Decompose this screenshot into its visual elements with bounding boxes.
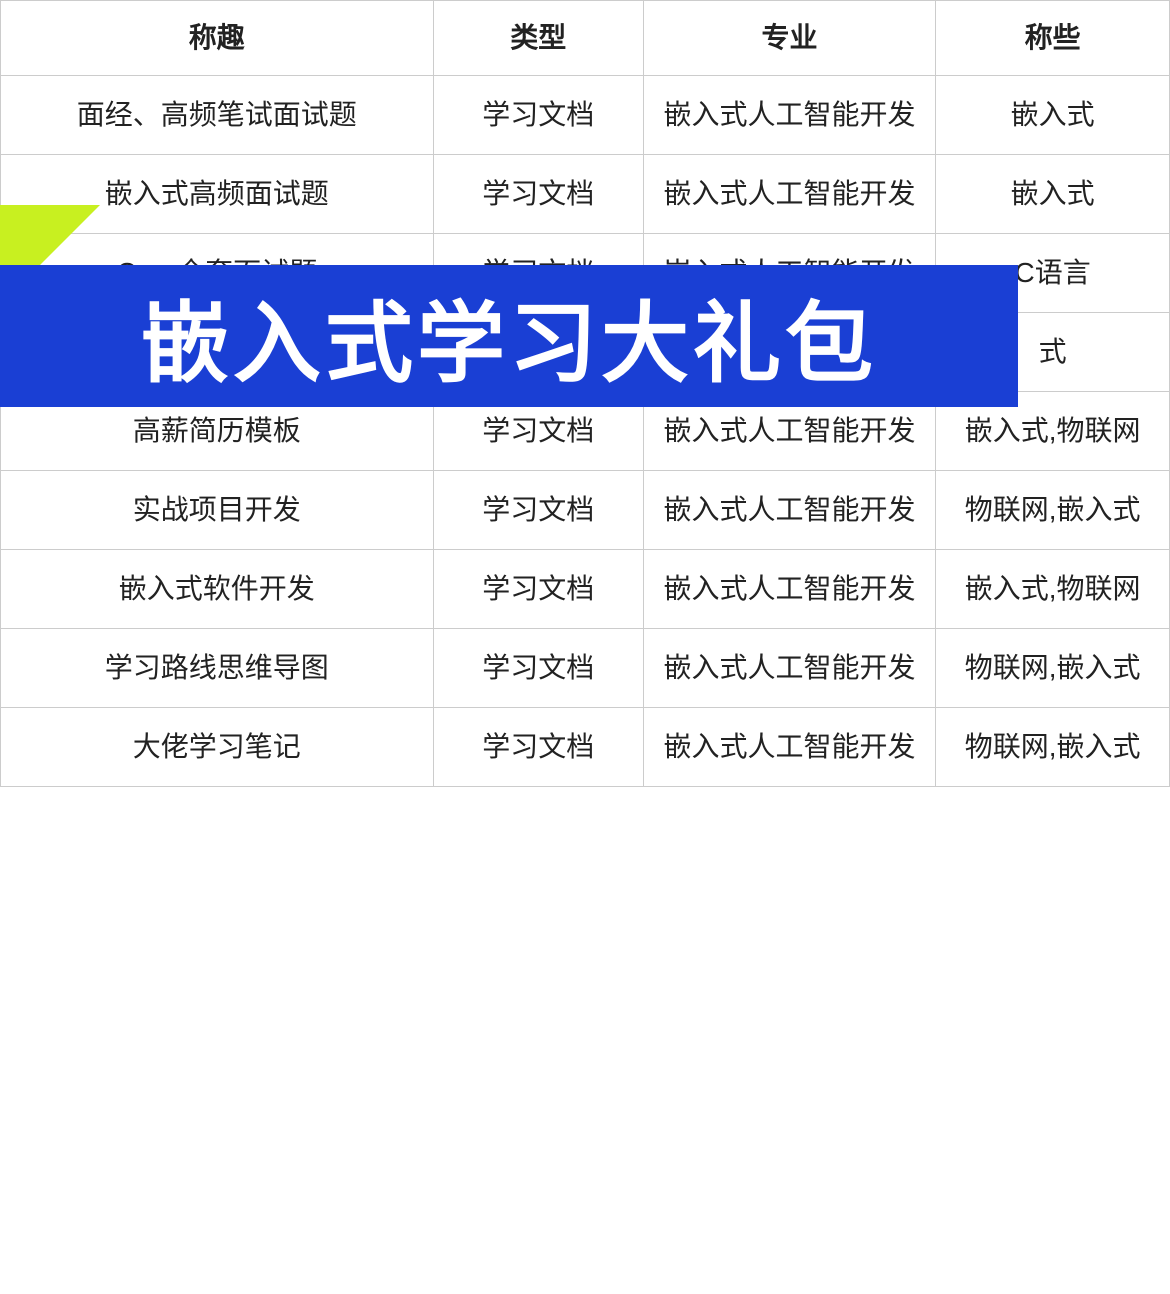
cell-col2: 学习文档 bbox=[433, 155, 643, 234]
header-col4: 称些 bbox=[936, 1, 1170, 76]
cell-col3: 嵌入式人工智能开发 bbox=[643, 629, 935, 708]
main-table-wrapper: 称趣 类型 专业 称些 面经、高频笔试面试题学习文档嵌入式人工智能开发嵌入式嵌入… bbox=[0, 0, 1170, 787]
banner-text: 嵌入式学习大礼包 bbox=[141, 273, 877, 400]
cell-col2: 学习文档 bbox=[433, 708, 643, 787]
cell-col2: 学习文档 bbox=[433, 471, 643, 550]
cell-col1: 学习路线思维导图 bbox=[1, 629, 434, 708]
cell-col3: 嵌入式人工智能开发 bbox=[643, 550, 935, 629]
table-row: 嵌入式高频面试题学习文档嵌入式人工智能开发嵌入式 bbox=[1, 155, 1170, 234]
table-header-row: 称趣 类型 专业 称些 bbox=[1, 1, 1170, 76]
cell-col1: 嵌入式软件开发 bbox=[1, 550, 434, 629]
table-row: 嵌入式软件开发学习文档嵌入式人工智能开发嵌入式,物联网 bbox=[1, 550, 1170, 629]
cell-col1: 大佬学习笔记 bbox=[1, 708, 434, 787]
cell-col4: 物联网,嵌入式 bbox=[936, 471, 1170, 550]
header-col2: 类型 bbox=[433, 1, 643, 76]
cell-col3: 嵌入式人工智能开发 bbox=[643, 708, 935, 787]
cell-col4: 嵌入式 bbox=[936, 76, 1170, 155]
cell-col1: 面经、高频笔试面试题 bbox=[1, 76, 434, 155]
cell-col3: 嵌入式人工智能开发 bbox=[643, 76, 935, 155]
cell-col4: 物联网,嵌入式 bbox=[936, 708, 1170, 787]
table-row: 学习路线思维导图学习文档嵌入式人工智能开发物联网,嵌入式 bbox=[1, 629, 1170, 708]
cell-col4: 嵌入式,物联网 bbox=[936, 550, 1170, 629]
table-row: 大佬学习笔记学习文档嵌入式人工智能开发物联网,嵌入式 bbox=[1, 708, 1170, 787]
cell-col3: 嵌入式人工智能开发 bbox=[643, 471, 935, 550]
cell-col4: 嵌入式 bbox=[936, 155, 1170, 234]
cell-col1: 实战项目开发 bbox=[1, 471, 434, 550]
cell-col2: 学习文档 bbox=[433, 550, 643, 629]
table-row: 面经、高频笔试面试题学习文档嵌入式人工智能开发嵌入式 bbox=[1, 76, 1170, 155]
cell-col2: 学习文档 bbox=[433, 629, 643, 708]
table-section: 称趣 类型 专业 称些 面经、高频笔试面试题学习文档嵌入式人工智能开发嵌入式嵌入… bbox=[0, 0, 1170, 787]
header-col1: 称趣 bbox=[1, 1, 434, 76]
cell-col4: 物联网,嵌入式 bbox=[936, 629, 1170, 708]
cell-col2: 学习文档 bbox=[433, 76, 643, 155]
banner-overlay: 嵌入式学习大礼包 bbox=[0, 265, 1018, 407]
cell-col3: 嵌入式人工智能开发 bbox=[643, 155, 935, 234]
header-col3: 专业 bbox=[643, 1, 935, 76]
table-row: 实战项目开发学习文档嵌入式人工智能开发物联网,嵌入式 bbox=[1, 471, 1170, 550]
